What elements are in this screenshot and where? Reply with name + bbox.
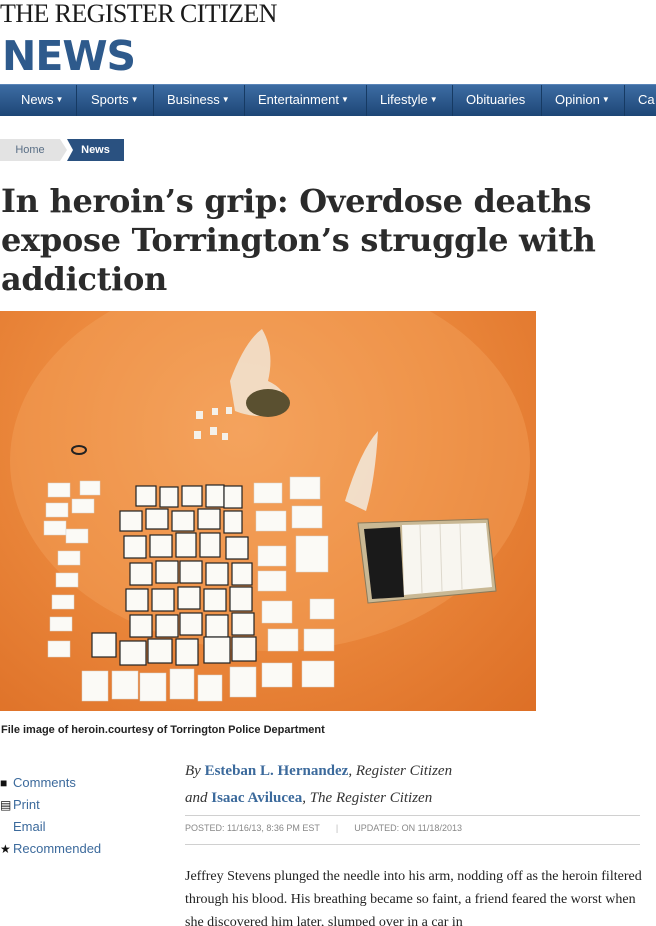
article-headline: In heroin’s grip: Overdose deaths expose… — [1, 182, 596, 298]
caret-down-icon: ▼ — [429, 95, 438, 104]
nav-label: Obituaries — [466, 92, 526, 107]
nav-separator — [76, 85, 77, 116]
byline-line-2: and Isaac Avilucea, The Register Citizen — [185, 790, 432, 807]
nav-separator — [244, 85, 245, 116]
article-dates: POSTED: 11/16/13, 8:36 PM EST | UPDATED: O… — [185, 823, 462, 833]
nav-separator — [541, 85, 542, 116]
print-link[interactable]: ▤ Print — [0, 797, 40, 812]
comment-bubble-icon: ■ — [0, 776, 8, 790]
nav-separator — [366, 85, 367, 116]
nav-label: Sports — [91, 92, 129, 107]
article-body: Jeffrey Stevens plunged the needle into … — [185, 869, 642, 926]
author-affiliation: , Register Citizen — [348, 763, 453, 779]
email-link[interactable]: Email — [0, 819, 46, 834]
nav-label: Lifestyle — [380, 92, 428, 107]
print-label: Print — [13, 797, 40, 812]
author-link[interactable]: Isaac Avilucea — [211, 790, 302, 806]
nav-separator — [624, 85, 625, 116]
byline-and: and — [185, 790, 208, 806]
meta-divider-bottom — [185, 844, 640, 845]
caret-down-icon: ▼ — [221, 95, 230, 104]
author-affiliation: , The Register Citizen — [302, 790, 433, 806]
comments-label: Comments — [13, 775, 76, 790]
nav-item-business[interactable]: Business ▼ — [167, 85, 230, 116]
updated-date: UPDATED: ON 11/18/2013 — [354, 823, 462, 833]
nav-item-entertainment[interactable]: Entertainment ▼ — [258, 85, 349, 116]
paper-name-logo[interactable]: THE REGISTER CITIZEN — [0, 0, 277, 28]
nav-item-news[interactable]: News ▼ — [21, 85, 63, 116]
comments-link[interactable]: ■ Comments — [0, 775, 76, 790]
recommended-label: Recommended — [13, 841, 102, 856]
main-nav: News ▼ Sports ▼ Business ▼ Entertainment ▼ L… — [0, 84, 656, 116]
nav-label: Ca — [638, 92, 655, 107]
nav-item-calendar[interactable]: Ca — [638, 85, 655, 116]
nav-item-opinion[interactable]: Opinion ▼ — [555, 85, 610, 116]
nav-label: Business — [167, 92, 220, 107]
breadcrumb-current[interactable]: News — [67, 139, 124, 161]
nav-label: Entertainment — [258, 92, 339, 107]
byline-line-1: By Esteban L. Hernandez, Register Citize… — [185, 763, 452, 780]
nav-item-lifestyle[interactable]: Lifestyle ▼ — [380, 85, 438, 116]
nav-item-sports[interactable]: Sports ▼ — [91, 85, 139, 116]
byline-by: By — [185, 763, 201, 779]
photo-caption: File image of heroin.courtesy of Torring… — [1, 724, 325, 736]
caret-down-icon: ▼ — [340, 95, 349, 104]
caret-down-icon: ▼ — [601, 95, 610, 104]
nav-separator — [153, 85, 154, 116]
nav-separator — [452, 85, 453, 116]
breadcrumb-home[interactable]: Home — [0, 139, 60, 161]
meta-divider-top — [185, 815, 640, 816]
breadcrumb-arrow — [60, 139, 67, 161]
email-label: Email — [13, 819, 46, 834]
printer-icon: ▤ — [0, 798, 12, 812]
meta-separator: | — [335, 823, 339, 833]
article-photo[interactable] — [0, 311, 536, 711]
recommended-link[interactable]: ★ Recommended — [0, 841, 101, 856]
author-link[interactable]: Esteban L. Hernandez — [205, 763, 349, 779]
posted-date: POSTED: 11/16/13, 8:36 PM EST — [185, 823, 320, 833]
masthead: THE REGISTER CITIZEN NEWS — [0, 0, 656, 84]
nav-item-obituaries[interactable]: Obituaries — [466, 85, 525, 116]
breadcrumb-notch — [67, 139, 73, 161]
caret-down-icon: ▼ — [55, 95, 64, 104]
star-icon: ★ — [0, 842, 11, 856]
section-name-logo[interactable]: NEWS — [2, 32, 136, 80]
caret-down-icon: ▼ — [130, 95, 139, 104]
heroin-bags-photo-illustration — [10, 311, 530, 702]
nav-label: Opinion — [555, 92, 600, 107]
nav-label: News — [21, 92, 54, 107]
